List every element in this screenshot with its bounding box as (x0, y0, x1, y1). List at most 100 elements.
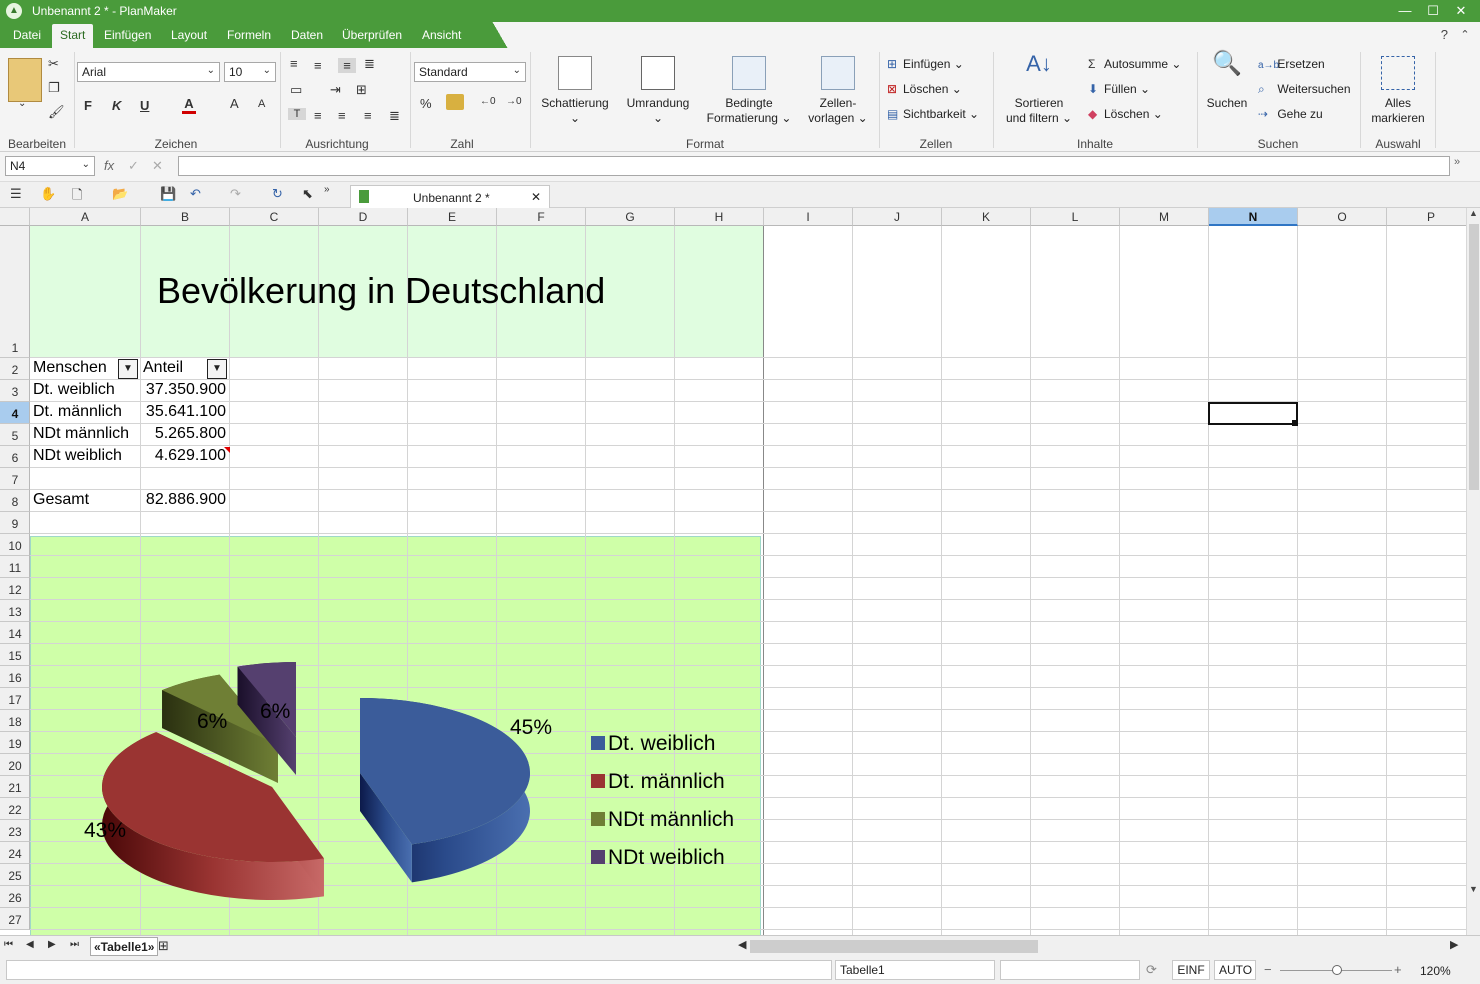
scroll-up-icon[interactable]: ▲ (1469, 208, 1478, 218)
open-folder-icon[interactable]: 📂 (112, 186, 128, 202)
hamburger-menu-icon[interactable]: ☰ (10, 186, 22, 202)
copy-icon[interactable]: ❐ (48, 80, 60, 96)
menu-ueberpruefen[interactable]: Überprüfen (342, 28, 402, 42)
row-header-3[interactable]: 3 (0, 380, 30, 402)
justify-icon[interactable]: ≣ (389, 108, 400, 124)
horizontal-scroll-thumb[interactable] (750, 940, 1038, 953)
delete-cells-button[interactable]: ⊠ Löschen ⌄ (887, 82, 962, 96)
scroll-right-icon[interactable]: ▶ (1450, 938, 1458, 951)
first-sheet-icon[interactable]: ⏮ (4, 939, 13, 950)
column-header-g[interactable]: G (586, 208, 675, 226)
vertical-scrollbar[interactable]: ▲ ▼ (1466, 208, 1480, 935)
confirm-icon[interactable]: ✓ (128, 158, 139, 174)
replace-button[interactable]: a→b Ersetzen (1258, 57, 1325, 71)
column-header-i[interactable]: I (764, 208, 853, 226)
font-select[interactable]: Arial ⌄ (77, 62, 220, 82)
redo-icon[interactable]: ↷ (230, 186, 241, 202)
maximize-button[interactable]: ☐ (1418, 2, 1448, 20)
sheet-tab-tabelle1[interactable]: «Tabelle1» (90, 937, 159, 956)
sort-filter-button[interactable]: A↓ Sortieren und filtern ⌄ (1002, 53, 1076, 126)
column-header-d[interactable]: D (319, 208, 408, 226)
row-header-15[interactable]: 15 (0, 644, 30, 666)
search-button[interactable]: 🔍 Suchen (1202, 52, 1252, 111)
zoom-out-icon[interactable]: − (1264, 962, 1272, 977)
menu-datei[interactable]: Datei (13, 28, 41, 42)
umrandung-button[interactable]: Umrandung ⌄ (624, 56, 692, 126)
row-header-14[interactable]: 14 (0, 622, 30, 644)
comment-marker[interactable] (224, 447, 230, 453)
select-all-button[interactable]: Alles markieren (1366, 56, 1430, 126)
column-header-c[interactable]: C (230, 208, 319, 226)
row-header-22[interactable]: 22 (0, 798, 30, 820)
formula-input[interactable] (178, 156, 1450, 176)
column-header-n[interactable]: N (1209, 208, 1298, 226)
percent-button[interactable]: % (420, 96, 432, 111)
column-header-l[interactable]: L (1031, 208, 1120, 226)
row-header-11[interactable]: 11 (0, 556, 30, 578)
status-auto-mode[interactable]: AUTO (1214, 960, 1256, 980)
zoom-in-icon[interactable]: + (1394, 962, 1402, 977)
close-tab-icon[interactable]: ✕ (531, 190, 541, 204)
currency-icon[interactable] (446, 94, 464, 110)
new-document-icon[interactable]: 🗋 (72, 186, 82, 208)
align-top-icon[interactable]: ≡ (290, 56, 298, 71)
menu-start[interactable]: Start (52, 24, 94, 48)
italic-button[interactable]: K (112, 98, 121, 113)
row-header-23[interactable]: 23 (0, 820, 30, 842)
insert-cells-button[interactable]: ⊞ Einfügen ⌄ (887, 57, 964, 71)
column-header-e[interactable]: E (408, 208, 497, 226)
cut-icon[interactable]: ✂ (48, 56, 59, 72)
row-header-1[interactable]: 1 (0, 226, 30, 358)
merge-cells-icon[interactable]: ▭ (290, 82, 302, 98)
row-header-10[interactable]: 10 (0, 534, 30, 556)
bold-button[interactable]: F (84, 98, 92, 113)
bedingte-formatierung-button[interactable]: Bedingte Formatierung ⌄ (704, 56, 794, 126)
function-icon[interactable]: fx (104, 158, 114, 173)
menu-ansicht[interactable]: Ansicht (422, 28, 461, 42)
autosum-button[interactable]: Σ Autosumme ⌄ (1088, 57, 1181, 71)
clear-button[interactable]: ◆ Löschen ⌄ (1088, 107, 1163, 121)
row-header-17[interactable]: 17 (0, 688, 30, 710)
row-header-13[interactable]: 13 (0, 600, 30, 622)
add-sheet-icon[interactable]: ⊞ (158, 938, 169, 954)
zellenvorlagen-button[interactable]: Zellen-vorlagen ⌄ (804, 56, 872, 126)
column-header-h[interactable]: H (675, 208, 764, 226)
border-layout-icon[interactable]: ⊞ (356, 82, 367, 98)
align-bottom-icon[interactable]: ≡ (338, 58, 356, 73)
row-header-21[interactable]: 21 (0, 776, 30, 798)
expand-formula-icon[interactable]: » (1454, 156, 1460, 168)
format-painter-icon[interactable]: 🖌 (48, 104, 65, 120)
row-header-24[interactable]: 24 (0, 842, 30, 864)
row-header-18[interactable]: 18 (0, 710, 30, 732)
menu-daten[interactable]: Daten (291, 28, 323, 42)
row-header-19[interactable]: 19 (0, 732, 30, 754)
column-header-b[interactable]: B (141, 208, 230, 226)
align-left-icon[interactable]: ≡ (314, 108, 322, 123)
row-header-6[interactable]: 6 (0, 446, 30, 468)
row-header-20[interactable]: 20 (0, 754, 30, 776)
cell-reference-box[interactable]: N4 ⌄ (5, 156, 95, 176)
goto-button[interactable]: ⇢ Gehe zu (1258, 107, 1323, 121)
repeat-icon[interactable]: ↻ (272, 186, 283, 202)
row-header-8[interactable]: 8 (0, 490, 30, 512)
pie-chart[interactable]: 45% 43% 6% 6% Dt. weiblich Dt. männlich NDt m… (30, 536, 761, 935)
increase-decimal-icon[interactable]: →0 (506, 96, 522, 107)
zoom-slider-handle[interactable] (1332, 965, 1342, 975)
row-header-2[interactable]: 2 (0, 358, 30, 380)
align-center-icon[interactable]: ≡ (338, 108, 346, 123)
column-header-k[interactable]: K (942, 208, 1031, 226)
grow-font-button[interactable]: A (230, 96, 239, 111)
close-button[interactable]: ✕ (1446, 2, 1476, 20)
column-header-a[interactable]: A (30, 208, 141, 226)
filter-active-icon[interactable]: ▼ (207, 359, 227, 379)
scroll-left-icon[interactable]: ◀ (738, 938, 746, 951)
font-size-select[interactable]: 10 ⌄ (224, 62, 276, 82)
vertical-text-icon[interactable]: T (288, 108, 306, 120)
row-header-26[interactable]: 26 (0, 886, 30, 908)
align-middle-icon[interactable]: ≡ (314, 58, 322, 73)
visibility-button[interactable]: ▤ Sichtbarkeit ⌄ (887, 107, 979, 121)
column-header-m[interactable]: M (1120, 208, 1209, 226)
more-icon[interactable]: » (324, 184, 330, 195)
minimize-button[interactable]: — (1390, 2, 1420, 20)
row-header-16[interactable]: 16 (0, 666, 30, 688)
